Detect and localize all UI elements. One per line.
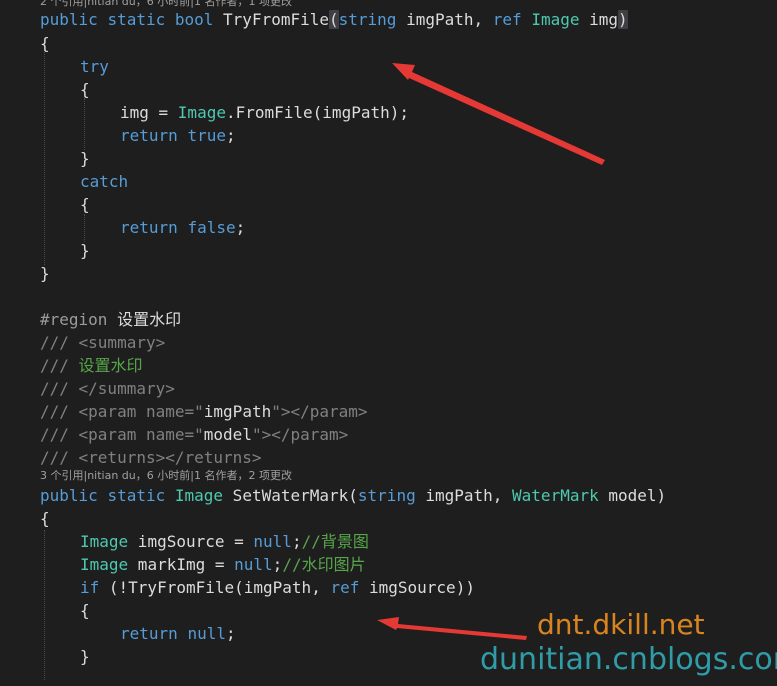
red-arrow-icon bbox=[392, 63, 605, 165]
red-arrow-icon bbox=[377, 617, 527, 640]
watermark-text: dnt.dkill.net bbox=[537, 608, 705, 641]
annotation-arrows bbox=[377, 63, 605, 640]
watermark-text: dunitian.cnblogs.com bbox=[480, 642, 777, 677]
